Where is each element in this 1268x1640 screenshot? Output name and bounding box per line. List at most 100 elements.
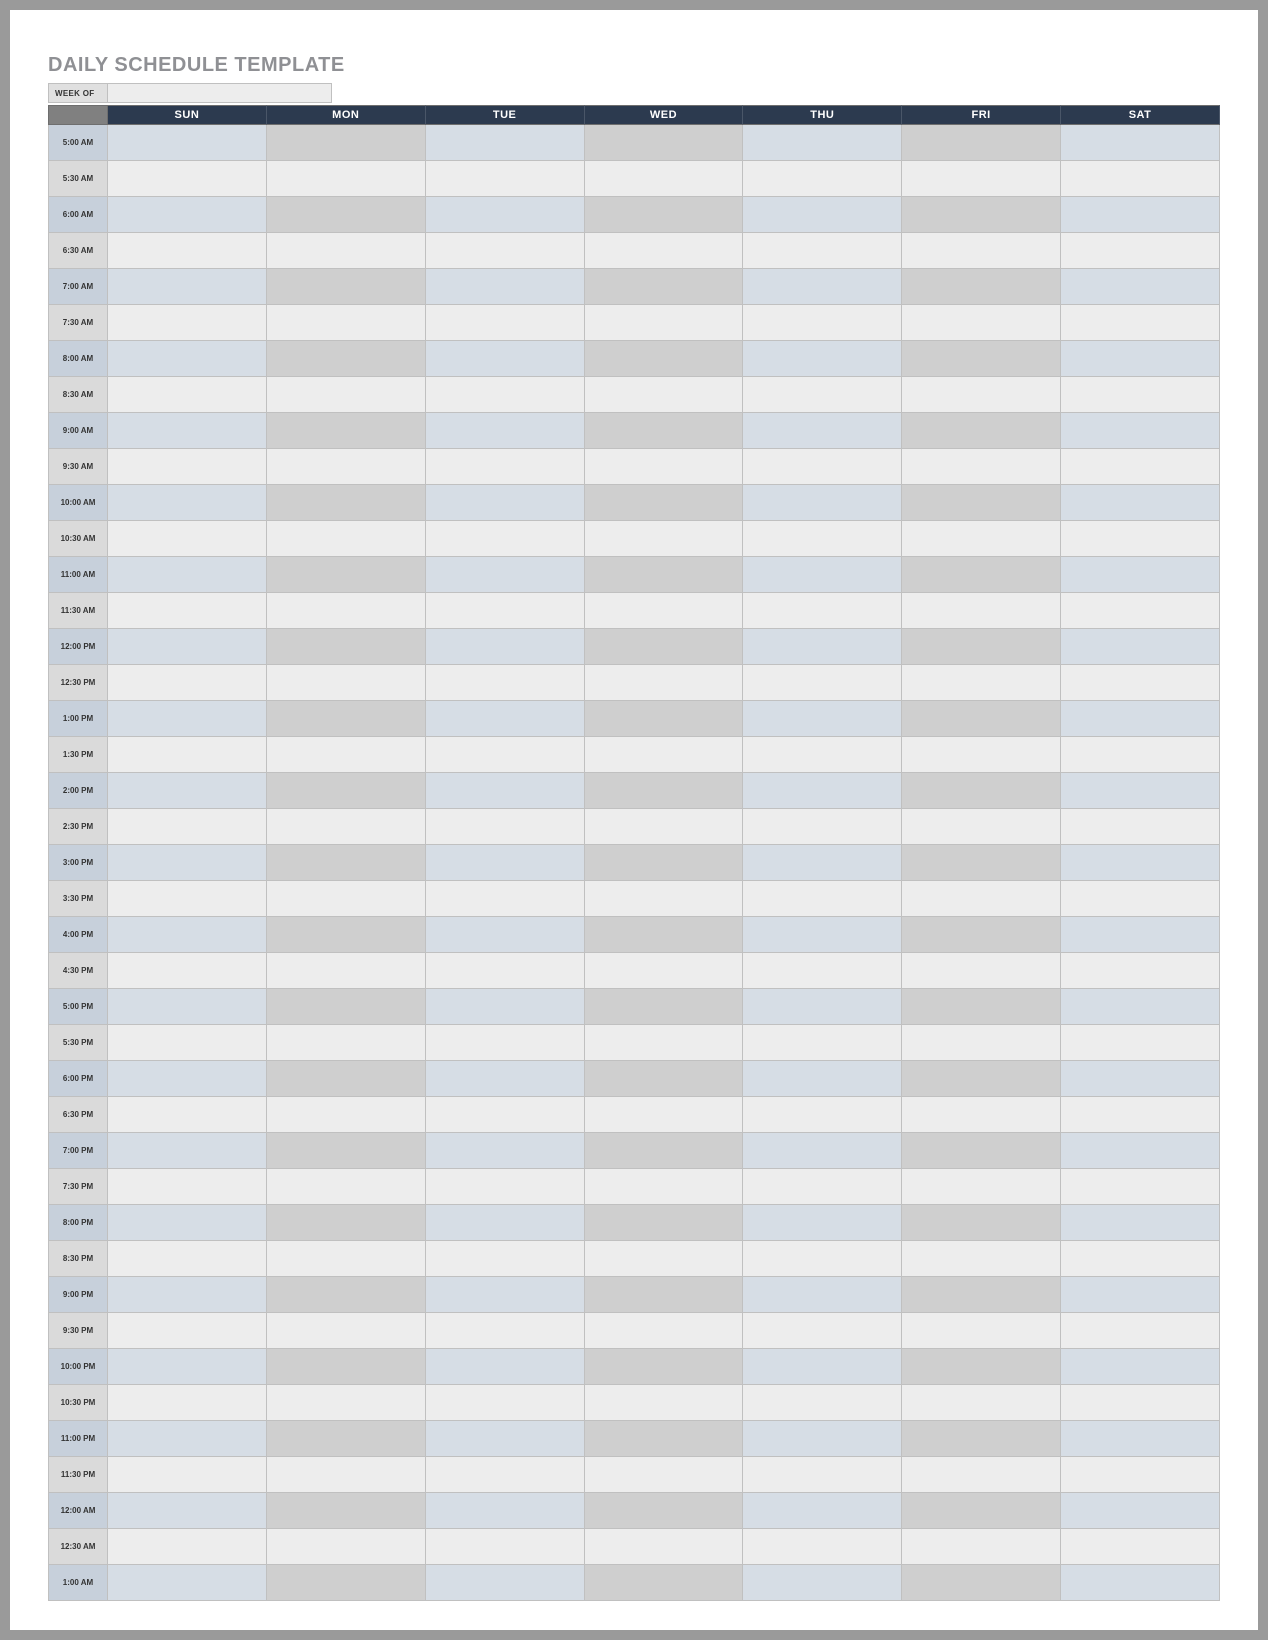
schedule-cell[interactable] [743, 233, 902, 269]
schedule-cell[interactable] [267, 1493, 426, 1529]
schedule-cell[interactable] [108, 953, 267, 989]
schedule-cell[interactable] [1061, 737, 1220, 773]
schedule-cell[interactable] [585, 521, 744, 557]
schedule-cell[interactable] [743, 485, 902, 521]
schedule-cell[interactable] [585, 1205, 744, 1241]
schedule-cell[interactable] [108, 809, 267, 845]
schedule-cell[interactable] [267, 773, 426, 809]
schedule-cell[interactable] [426, 845, 585, 881]
schedule-cell[interactable] [426, 1529, 585, 1565]
schedule-cell[interactable] [902, 1277, 1061, 1313]
schedule-cell[interactable] [426, 1169, 585, 1205]
schedule-cell[interactable] [267, 629, 426, 665]
schedule-cell[interactable] [108, 377, 267, 413]
schedule-cell[interactable] [108, 1205, 267, 1241]
schedule-cell[interactable] [426, 1457, 585, 1493]
schedule-cell[interactable] [743, 1421, 902, 1457]
schedule-cell[interactable] [743, 1241, 902, 1277]
schedule-cell[interactable] [902, 881, 1061, 917]
schedule-cell[interactable] [108, 485, 267, 521]
schedule-cell[interactable] [426, 305, 585, 341]
schedule-cell[interactable] [585, 557, 744, 593]
schedule-cell[interactable] [585, 1277, 744, 1313]
schedule-cell[interactable] [743, 413, 902, 449]
schedule-cell[interactable] [108, 737, 267, 773]
schedule-cell[interactable] [743, 917, 902, 953]
schedule-cell[interactable] [267, 161, 426, 197]
schedule-cell[interactable] [1061, 1565, 1220, 1601]
schedule-cell[interactable] [108, 449, 267, 485]
schedule-cell[interactable] [743, 1565, 902, 1601]
week-of-input[interactable] [108, 83, 332, 103]
schedule-cell[interactable] [743, 593, 902, 629]
schedule-cell[interactable] [902, 665, 1061, 701]
schedule-cell[interactable] [267, 1349, 426, 1385]
schedule-cell[interactable] [743, 305, 902, 341]
schedule-cell[interactable] [267, 125, 426, 161]
schedule-cell[interactable] [585, 1241, 744, 1277]
schedule-cell[interactable] [426, 1349, 585, 1385]
schedule-cell[interactable] [743, 737, 902, 773]
schedule-cell[interactable] [426, 665, 585, 701]
schedule-cell[interactable] [902, 953, 1061, 989]
schedule-cell[interactable] [267, 1277, 426, 1313]
schedule-cell[interactable] [426, 1565, 585, 1601]
schedule-cell[interactable] [743, 1277, 902, 1313]
schedule-cell[interactable] [902, 1385, 1061, 1421]
schedule-cell[interactable] [108, 665, 267, 701]
schedule-cell[interactable] [1061, 1493, 1220, 1529]
schedule-cell[interactable] [267, 1097, 426, 1133]
schedule-cell[interactable] [585, 1529, 744, 1565]
schedule-cell[interactable] [426, 269, 585, 305]
schedule-cell[interactable] [108, 161, 267, 197]
schedule-cell[interactable] [902, 809, 1061, 845]
schedule-cell[interactable] [108, 1061, 267, 1097]
schedule-cell[interactable] [902, 197, 1061, 233]
schedule-cell[interactable] [902, 305, 1061, 341]
schedule-cell[interactable] [1061, 1529, 1220, 1565]
schedule-cell[interactable] [902, 1349, 1061, 1385]
schedule-cell[interactable] [902, 485, 1061, 521]
schedule-cell[interactable] [1061, 1313, 1220, 1349]
schedule-cell[interactable] [585, 1385, 744, 1421]
schedule-cell[interactable] [902, 629, 1061, 665]
schedule-cell[interactable] [267, 1205, 426, 1241]
schedule-cell[interactable] [585, 737, 744, 773]
schedule-cell[interactable] [426, 1385, 585, 1421]
schedule-cell[interactable] [267, 1133, 426, 1169]
schedule-cell[interactable] [902, 1169, 1061, 1205]
schedule-cell[interactable] [585, 845, 744, 881]
schedule-cell[interactable] [902, 737, 1061, 773]
schedule-cell[interactable] [743, 845, 902, 881]
schedule-cell[interactable] [585, 629, 744, 665]
schedule-cell[interactable] [108, 269, 267, 305]
schedule-cell[interactable] [426, 881, 585, 917]
schedule-cell[interactable] [585, 1097, 744, 1133]
schedule-cell[interactable] [267, 557, 426, 593]
schedule-cell[interactable] [267, 485, 426, 521]
schedule-cell[interactable] [426, 125, 585, 161]
schedule-cell[interactable] [743, 1349, 902, 1385]
schedule-cell[interactable] [1061, 1061, 1220, 1097]
schedule-cell[interactable] [267, 377, 426, 413]
schedule-cell[interactable] [108, 1169, 267, 1205]
schedule-cell[interactable] [108, 845, 267, 881]
schedule-cell[interactable] [585, 665, 744, 701]
schedule-cell[interactable] [108, 881, 267, 917]
schedule-cell[interactable] [743, 1529, 902, 1565]
schedule-cell[interactable] [1061, 881, 1220, 917]
schedule-cell[interactable] [1061, 773, 1220, 809]
schedule-cell[interactable] [743, 521, 902, 557]
schedule-cell[interactable] [743, 1385, 902, 1421]
schedule-cell[interactable] [267, 845, 426, 881]
schedule-cell[interactable] [902, 701, 1061, 737]
schedule-cell[interactable] [902, 125, 1061, 161]
schedule-cell[interactable] [426, 485, 585, 521]
schedule-cell[interactable] [1061, 1169, 1220, 1205]
schedule-cell[interactable] [743, 161, 902, 197]
schedule-cell[interactable] [902, 1061, 1061, 1097]
schedule-cell[interactable] [108, 305, 267, 341]
schedule-cell[interactable] [902, 233, 1061, 269]
schedule-cell[interactable] [267, 413, 426, 449]
schedule-cell[interactable] [902, 1529, 1061, 1565]
